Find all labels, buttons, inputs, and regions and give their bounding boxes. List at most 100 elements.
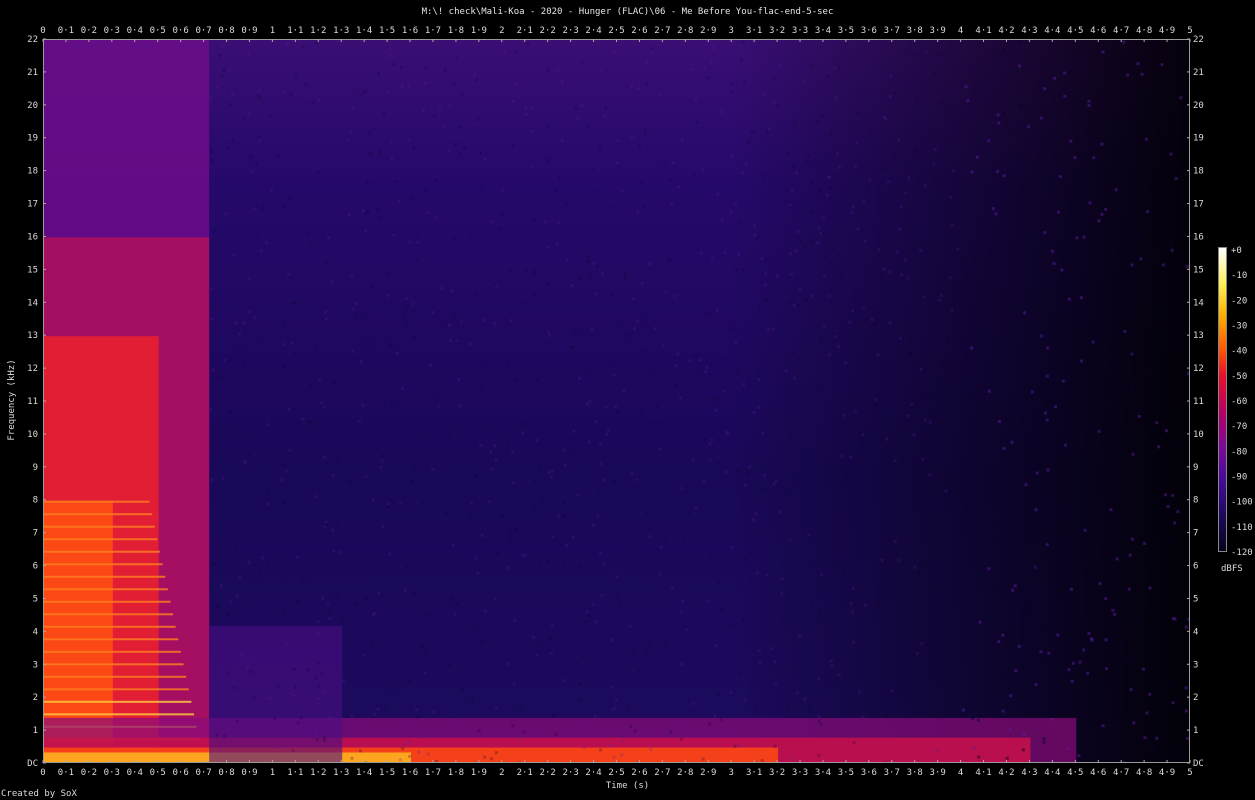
y-tick-label-left: 1 [33, 726, 38, 736]
harmonic-line [44, 538, 158, 541]
noise-speckle [893, 91, 897, 95]
noise-speckle [342, 679, 346, 683]
noise-speckle [1032, 425, 1036, 429]
noise-speckle [1014, 668, 1018, 672]
noise-speckle [908, 529, 912, 533]
noise-speckle [242, 321, 246, 325]
noise-speckle [288, 448, 292, 452]
noise-speckle [573, 328, 577, 332]
noise-speckle [462, 146, 466, 150]
noise-speckle [486, 429, 490, 433]
noise-speckle [1071, 661, 1075, 665]
noise-speckle [1050, 717, 1054, 721]
noise-speckle [349, 131, 353, 135]
noise-speckle [629, 724, 633, 728]
noise-speckle [689, 761, 693, 762]
noise-speckle [447, 664, 451, 668]
noise-speckle [585, 610, 589, 614]
noise-speckle [1010, 193, 1014, 197]
noise-speckle [1146, 210, 1150, 214]
x-tick-label-bottom: 4·9 [1159, 768, 1175, 778]
noise-speckle [650, 47, 654, 51]
x-tick-label-bottom: 4·6 [1090, 768, 1106, 778]
x-tick-label-top: 2·4 [585, 26, 601, 36]
noise-speckle [639, 411, 643, 415]
noise-speckle [403, 588, 407, 592]
noise-speckle [602, 562, 606, 566]
noise-speckle [969, 565, 973, 569]
noise-speckle [1179, 341, 1183, 345]
noise-speckle [940, 362, 944, 366]
noise-speckle [820, 113, 824, 117]
noise-speckle [1092, 156, 1096, 160]
x-tick-label-top: 4·8 [1136, 26, 1152, 36]
x-tick-label-top: 1 [270, 26, 275, 36]
noise-speckle [329, 611, 333, 615]
noise-speckle [238, 347, 242, 351]
noise-speckle [494, 459, 498, 463]
noise-speckle [716, 192, 720, 196]
noise-speckle [1155, 691, 1159, 695]
noise-speckle [879, 275, 883, 279]
noise-speckle [771, 327, 775, 331]
colorbar-tick-label: -30 [1231, 322, 1247, 332]
noise-speckle [765, 573, 769, 577]
noise-speckle [1123, 329, 1127, 333]
noise-speckle [551, 714, 555, 718]
noise-speckle [400, 387, 404, 391]
colorbar-tick-label: -60 [1231, 397, 1247, 407]
noise-speckle [1169, 152, 1173, 156]
noise-speckle [878, 750, 882, 754]
noise-speckle [1093, 375, 1097, 379]
noise-speckle [256, 94, 260, 98]
x-tick-label-top: 1·8 [448, 26, 464, 36]
noise-speckle [569, 284, 573, 288]
noise-speckle [1068, 198, 1072, 202]
x-tick-label-top: 3·2 [769, 26, 785, 36]
x-tick-label-bottom: 2·6 [631, 768, 647, 778]
noise-speckle [347, 213, 351, 217]
noise-speckle [820, 572, 824, 576]
x-tick-label-top: 1·2 [310, 26, 326, 36]
noise-speckle [1102, 360, 1106, 364]
noise-speckle [530, 129, 534, 133]
noise-speckle [1104, 638, 1108, 642]
noise-speckle [709, 61, 713, 65]
noise-speckle [899, 336, 903, 340]
x-tick-label-bottom: 3·8 [907, 768, 923, 778]
noise-speckle [913, 566, 917, 570]
noise-speckle [1099, 271, 1103, 275]
noise-speckle [482, 318, 486, 322]
noise-speckle [594, 292, 598, 296]
noise-speckle [1132, 533, 1136, 537]
noise-speckle [843, 570, 847, 574]
y-tick-label-right: 18 [1193, 167, 1204, 177]
noise-speckle [610, 685, 614, 689]
noise-speckle [972, 762, 975, 763]
noise-speckle [932, 162, 936, 166]
noise-speckle [817, 715, 821, 719]
noise-speckle [455, 602, 459, 606]
noise-speckle [734, 267, 738, 271]
noise-speckle [546, 245, 550, 249]
noise-speckle [948, 276, 952, 280]
noise-speckle [849, 121, 853, 125]
noise-speckle [351, 107, 355, 111]
x-tick-label-bottom: 0·3 [104, 768, 120, 778]
noise-speckle [590, 328, 594, 332]
y-tick-label-right: 7 [1193, 529, 1198, 539]
noise-speckle [748, 465, 752, 469]
noise-speckle [880, 558, 884, 562]
noise-speckle [547, 159, 551, 163]
noise-speckle [930, 391, 934, 395]
noise-speckle [1046, 346, 1050, 350]
noise-speckle [392, 233, 396, 237]
noise-speckle [999, 688, 1003, 692]
noise-speckle [572, 535, 576, 539]
colorbar-tick-label: -90 [1231, 473, 1247, 483]
noise-speckle [403, 742, 407, 746]
noise-speckle [365, 341, 369, 345]
noise-speckle [350, 274, 354, 278]
noise-speckle [795, 691, 799, 695]
noise-speckle [915, 99, 919, 103]
